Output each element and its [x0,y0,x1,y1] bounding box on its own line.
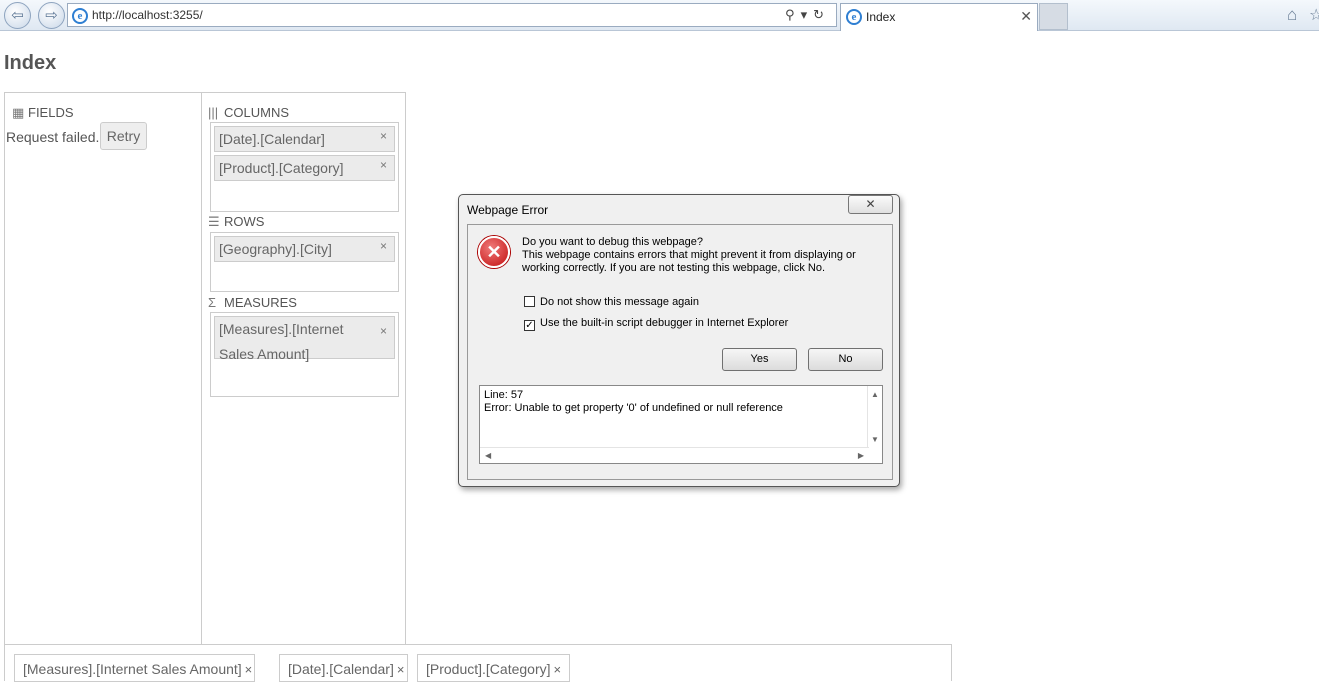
remove-icon[interactable]: × [554,662,562,677]
address-bar[interactable]: e http://localhost:3255/ ⚲▾↻ [67,3,837,27]
measure-chip-label: [Measures].[Internet Sales Amount] [219,321,344,362]
pivot-header-bar: [Measures].[Internet Sales Amount] × [Dat… [4,644,952,682]
column-chip-label: [Product].[Category] [219,160,344,176]
favorites-icon[interactable]: ☆ [1309,5,1319,25]
ie-logo-icon: e [72,8,88,24]
message-heading: Do you want to debug this webpage? [522,236,704,248]
rows-icon: ☰ [208,214,220,229]
url-text[interactable]: http://localhost:3255/ [92,8,203,22]
vertical-scrollbar[interactable]: ▲ ▼ [867,386,882,448]
dont-show-option[interactable]: Do not show this message again [524,296,699,310]
scroll-down-icon[interactable]: ▼ [871,435,879,444]
measures-drop-zone[interactable]: [Measures].[Internet Sales Amount] × [210,312,399,397]
measure-header-chip[interactable]: [Measures].[Internet Sales Amount] × [14,654,255,682]
row-chip-label: [Geography].[City] [219,241,332,257]
request-failed-text: Request failed. [6,129,100,145]
debugger-option[interactable]: ✓ Use the built-in script debugger in Int… [524,317,788,331]
scroll-up-icon[interactable]: ▲ [871,390,879,399]
bottom-chip-label: [Date].[Calendar] [288,661,394,677]
measure-chip[interactable]: [Measures].[Internet Sales Amount] × [214,316,395,362]
measures-header: Σ MEASURES [208,295,297,310]
columns-icon: ||| [208,105,219,120]
columns-label: COLUMNS [224,105,290,120]
dialog-body: ✕ Do you want to debug this webpage? Thi… [467,224,893,480]
search-refresh-icons[interactable]: ⚲▾↻ [785,7,830,23]
dont-show-label: Do not show this message again [540,296,699,308]
remove-icon[interactable]: × [380,239,387,253]
remove-icon[interactable]: × [380,319,387,344]
column-header-chip[interactable]: [Product].[Category] × [417,654,570,682]
home-icon[interactable]: ⌂ [1287,5,1297,25]
page-title: Index [4,52,57,74]
retry-button[interactable]: Retry [100,122,147,150]
dont-show-checkbox[interactable] [524,296,535,307]
row-chip[interactable]: [Geography].[City] × [214,236,395,262]
fields-label: FIELDS [28,105,74,120]
message-body: This webpage contains errors that might … [522,249,856,274]
forward-icon[interactable]: ⇨ [38,2,65,29]
scroll-left-icon[interactable]: ◀ [485,451,491,460]
bottom-chip-label: [Measures].[Internet Sales Amount] [23,661,242,677]
yes-button[interactable]: Yes [722,348,797,371]
remove-icon[interactable]: × [245,662,253,677]
rows-header: ☰ ROWS [208,214,264,230]
debugger-checkbox[interactable]: ✓ [524,320,535,331]
fields-header: ▦ FIELDS [12,105,74,121]
measures-label: MEASURES [224,295,297,310]
error-icon: ✕ [478,236,510,268]
tab-close-icon[interactable]: ✕ [1020,8,1032,25]
column-chip[interactable]: [Date].[Calendar] × [214,126,395,152]
rows-label: ROWS [224,214,265,229]
dialog-message: Do you want to debug this webpage? This … [522,236,882,275]
tab-index[interactable]: e Index ✕ [840,3,1038,31]
error-details-box[interactable]: Line: 57 Error: Unable to get property '… [479,385,883,464]
dialog-title: Webpage Error [467,203,549,217]
back-icon[interactable]: ⇦ [4,2,31,29]
new-tab-button[interactable] [1039,3,1068,30]
sigma-icon: Σ [208,295,217,310]
scroll-right-icon[interactable]: ▶ [858,451,864,460]
horizontal-scrollbar[interactable]: ◀ ▶ [480,447,869,463]
remove-icon[interactable]: × [380,129,387,143]
error-details: Line: 57 Error: Unable to get property '… [484,389,783,415]
bottom-chip-label: [Product].[Category] [426,661,551,677]
webpage-error-dialog: Webpage Error ✕ ✕ Do you want to debug t… [458,194,900,487]
dialog-close-button[interactable]: ✕ [848,195,893,214]
column-chip-label: [Date].[Calendar] [219,131,325,147]
debugger-label: Use the built-in script debugger in Inte… [540,317,789,329]
columns-drop-zone[interactable]: [Date].[Calendar] × [Product].[Category]… [210,122,399,212]
grid-icon: ▦ [12,105,25,120]
columns-header: ||| COLUMNS [208,105,289,120]
column-header-chip[interactable]: [Date].[Calendar] × [279,654,408,682]
remove-icon[interactable]: × [380,158,387,172]
tab-title: Index [866,10,896,24]
tab-favicon-icon: e [846,9,862,25]
remove-icon[interactable]: × [397,662,405,677]
no-button[interactable]: No [808,348,883,371]
error-line: Line: 57 [484,389,524,401]
fields-panel: ▦ FIELDS Request failed. Retry [5,93,202,644]
browser-toolbar: ⇦ ⇨ e http://localhost:3255/ ⚲▾↻ e Index… [0,0,1319,31]
error-message: Error: Unable to get property '0' of und… [484,402,783,414]
rows-drop-zone[interactable]: [Geography].[City] × [210,232,399,292]
column-chip[interactable]: [Product].[Category] × [214,155,395,181]
pivot-config-panel: ▦ FIELDS Request failed. Retry ||| COLUMNS… [4,92,406,645]
